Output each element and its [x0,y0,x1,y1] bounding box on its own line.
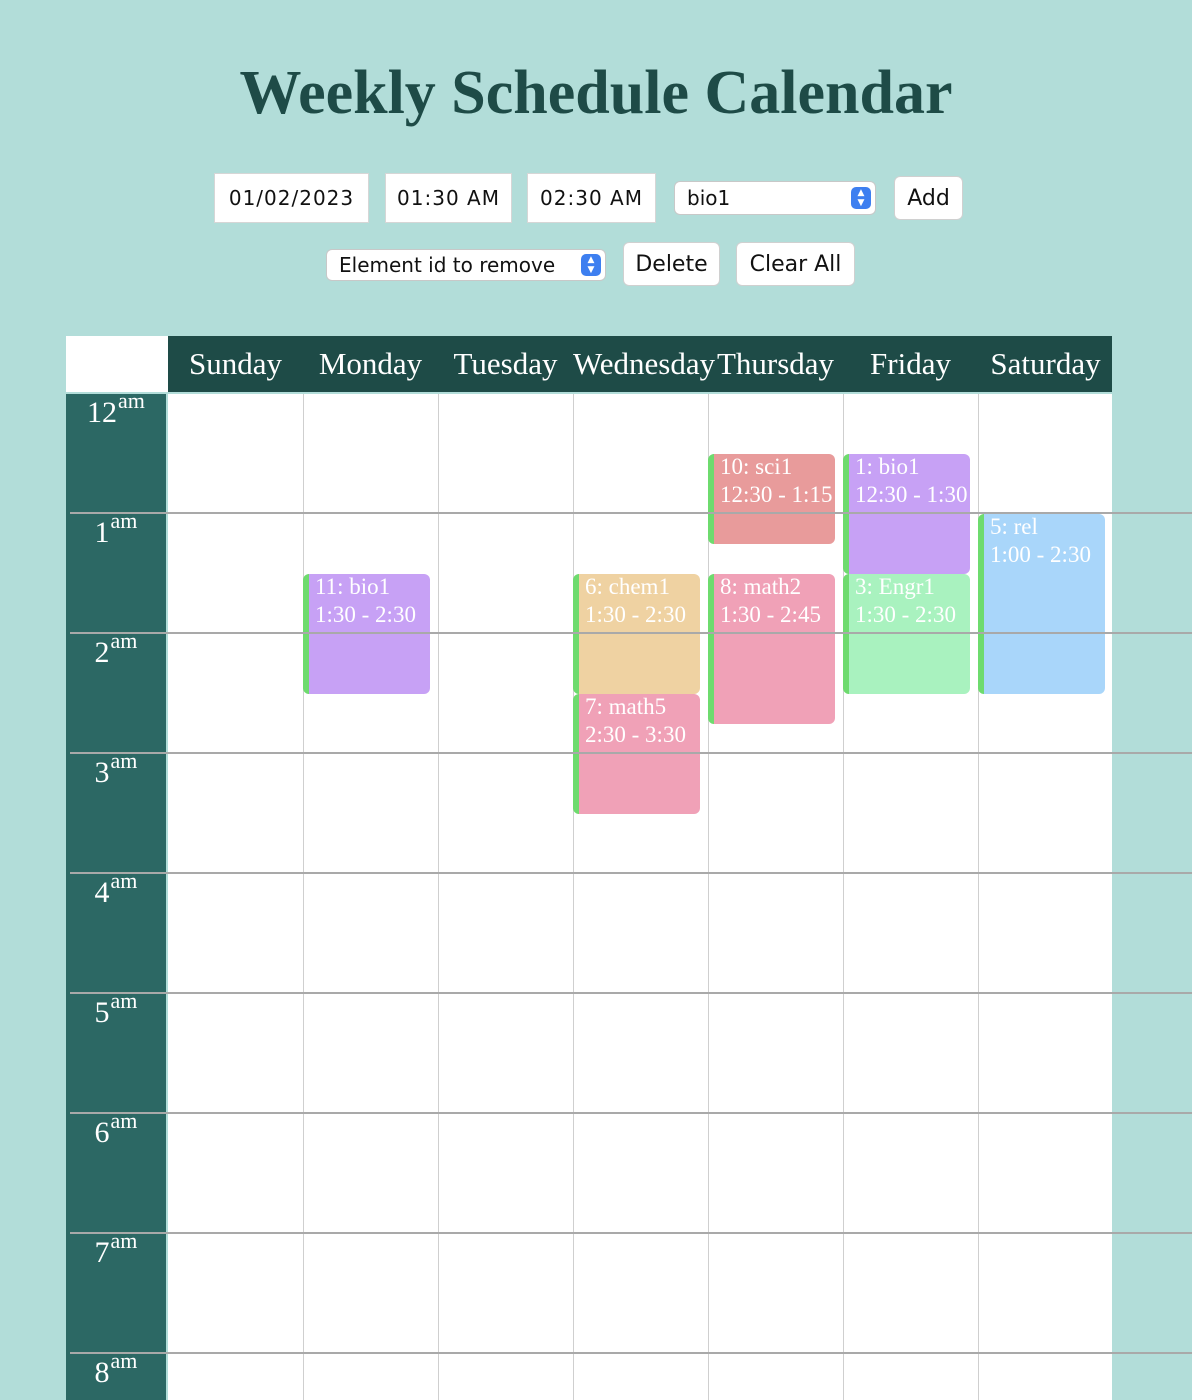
day-header-sunday: Sunday [189,346,282,381]
hour-divider [70,632,1192,634]
hour-number: 2 [94,636,110,669]
day-header-thursday: Thursday [716,346,835,381]
event-time: 1:30 - 2:30 [585,602,686,627]
hour-label: 4am [66,868,166,910]
hour-divider [70,1112,1192,1114]
calendar-event[interactable]: 10: sci1 12:30 - 1:15 [708,454,835,544]
hour-label: 7am [66,1228,166,1270]
event-title: 3: Engr1 [855,574,935,599]
event-time: 1:00 - 2:30 [990,542,1091,567]
calendar-event[interactable]: 1: bio1 12:30 - 1:30 [843,454,970,574]
end-time-input[interactable]: 02:30 AM [527,173,656,223]
hour-number: 7 [94,1236,110,1269]
hour-number: 6 [94,1116,110,1149]
calendar-event[interactable]: 3: Engr1 1:30 - 2:30 [843,574,970,694]
event-time: 2:30 - 3:30 [585,722,686,747]
course-select-value: bio1 [687,186,731,210]
hour-divider [70,992,1192,994]
day-divider [438,394,439,1400]
event-time: 1:30 - 2:45 [720,602,821,627]
hour-label: 3am [66,748,166,790]
calendar-corner [66,336,168,392]
event-title: 7: math5 [585,694,667,719]
hour-number: 12 [87,396,118,429]
event-title: 5: rel [990,514,1038,539]
time-column: 12am 1am 2am 3am 4am 5am 6am 7am 8am [66,388,166,1400]
hour-label: 5am [66,988,166,1030]
hour-number: 1 [94,516,110,549]
calendar-event[interactable]: 11: bio1 1:30 - 2:30 [303,574,430,694]
event-time: 12:30 - 1:30 [855,482,968,507]
start-time-input[interactable]: 01:30 AM [385,173,512,223]
date-input[interactable]: 01/02/2023 [214,173,369,223]
clear-all-button[interactable]: Clear All [736,242,855,286]
day-divider [708,394,709,1400]
delete-button[interactable]: Delete [623,242,720,286]
event-title: 10: sci1 [720,454,793,479]
event-title: 11: bio1 [315,574,391,599]
day-header-row: Sunday Monday Tuesday Wednesday Thursday… [168,336,1112,392]
hour-number: 4 [94,876,110,909]
hour-divider [70,752,1192,754]
select-chevron-icon: ▲ ▼ [851,187,871,209]
calendar-event[interactable]: 6: chem1 1:30 - 2:30 [573,574,700,694]
hour-suffix: am [118,388,145,413]
hour-label: 12am [66,388,166,430]
calendar-grid: 10: sci1 12:30 - 1:15 1: bio1 12:30 - 1:30 5… [168,394,1112,1400]
event-title: 1: bio1 [855,454,920,479]
hour-label: 8am [66,1348,166,1390]
day-header-wednesday: Wednesday [573,346,716,381]
hour-label: 1am [66,508,166,550]
hour-number: 8 [94,1356,110,1389]
hour-divider [70,1352,1192,1354]
day-divider [303,394,304,1400]
event-title: 6: chem1 [585,574,670,599]
event-time: 1:30 - 2:30 [315,602,416,627]
hour-label: 2am [66,628,166,670]
calendar-event[interactable]: 7: math5 2:30 - 3:30 [573,694,700,814]
event-title: 8: math2 [720,574,802,599]
event-time: 12:30 - 1:15 [720,482,833,507]
hour-number: 3 [94,756,110,789]
weekly-calendar: Sunday Monday Tuesday Wednesday Thursday… [66,336,1192,1400]
calendar-event[interactable]: 8: math2 1:30 - 2:45 [708,574,835,724]
calendar-event[interactable]: 5: rel 1:00 - 2:30 [978,514,1105,694]
day-header-tuesday: Tuesday [453,346,558,381]
day-divider [573,394,574,1400]
add-button[interactable]: Add [894,176,963,220]
select-chevron-icon: ▲ ▼ [581,254,601,276]
hour-number: 5 [94,996,110,1029]
hour-divider [70,512,1192,514]
hour-label: 6am [66,1108,166,1150]
remove-id-select[interactable]: Element id to remove ▲ ▼ [326,249,606,281]
hour-divider [70,1232,1192,1234]
day-header-monday: Monday [318,346,423,381]
day-header-saturday: Saturday [990,346,1101,381]
event-time: 1:30 - 2:30 [855,602,956,627]
day-header-friday: Friday [870,346,951,381]
hour-divider [70,872,1192,874]
course-select[interactable]: bio1 ▲ ▼ [674,181,876,215]
page-title: Weekly Schedule Calendar [239,59,953,127]
remove-id-select-value: Element id to remove [339,253,556,277]
